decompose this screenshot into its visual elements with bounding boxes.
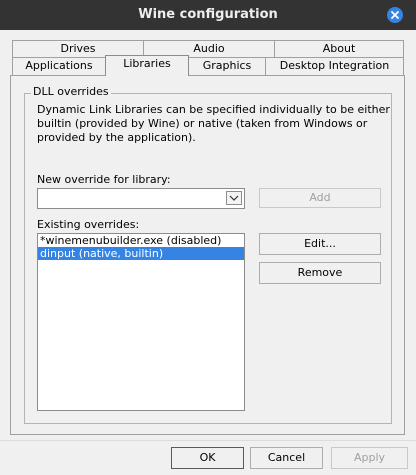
title-bar[interactable]: Wine configuration	[0, 0, 416, 30]
dropdown-button[interactable]	[226, 191, 242, 205]
override-text-2: dinput (native, builtin)	[40, 247, 164, 260]
existing-overrides-label: Existing overrides:	[37, 218, 140, 231]
close-button[interactable]	[387, 7, 403, 23]
window-title: Wine configuration	[138, 7, 278, 22]
description-line-2: builtin (provided by Wine) or native (ta…	[37, 117, 368, 130]
apply-button-label: Apply	[353, 451, 386, 464]
wine-config-window: Wine configuration Drives Audio About Ap…	[0, 0, 416, 475]
cancel-button[interactable]: Cancel	[250, 447, 323, 469]
tab-desktop-integration[interactable]: Desktop Integration	[265, 57, 404, 75]
chevron-down-icon	[229, 195, 239, 201]
tab-about[interactable]: About	[274, 40, 404, 58]
new-override-combo[interactable]	[37, 188, 245, 209]
tab-libraries-label: Libraries	[123, 57, 171, 70]
list-item[interactable]: dinput (native, builtin)	[38, 247, 244, 260]
ok-button-label: OK	[199, 451, 216, 464]
list-item[interactable]: *winemenubuilder.exe (disabled)	[38, 234, 244, 247]
tab-applications[interactable]: Applications	[12, 57, 106, 75]
apply-button[interactable]: Apply	[331, 447, 408, 469]
tab-drives-label: Drives	[60, 42, 96, 55]
tab-applications-label: Applications	[25, 59, 93, 72]
footer-separator	[0, 440, 416, 441]
tab-libraries[interactable]: Libraries	[105, 55, 189, 76]
override-text-1: *winemenubuilder.exe (disabled)	[40, 234, 222, 247]
new-override-label: New override for library:	[37, 173, 171, 186]
add-button-label: Add	[309, 191, 331, 204]
add-button[interactable]: Add	[259, 188, 381, 208]
tab-graphics-label: Graphics	[202, 59, 252, 72]
description-line-1: Dynamic Link Libraries can be specified …	[37, 103, 390, 116]
remove-button[interactable]: Remove	[259, 262, 381, 284]
cancel-button-label: Cancel	[267, 451, 306, 464]
edit-button-label: Edit...	[304, 237, 336, 250]
description-line-3: provided by the application).	[37, 131, 196, 144]
overrides-listbox[interactable]: *winemenubuilder.exe (disabled) dinput (…	[37, 233, 245, 411]
close-icon	[391, 11, 399, 19]
edit-button[interactable]: Edit...	[259, 233, 381, 255]
ok-button[interactable]: OK	[171, 447, 244, 469]
remove-button-label: Remove	[297, 266, 343, 279]
tab-about-label: About	[322, 42, 356, 55]
dll-overrides-group-title: DLL overrides	[31, 85, 111, 98]
tab-desktop-integration-label: Desktop Integration	[279, 59, 390, 72]
tab-audio-label: Audio	[193, 42, 225, 55]
tab-graphics[interactable]: Graphics	[188, 57, 266, 75]
